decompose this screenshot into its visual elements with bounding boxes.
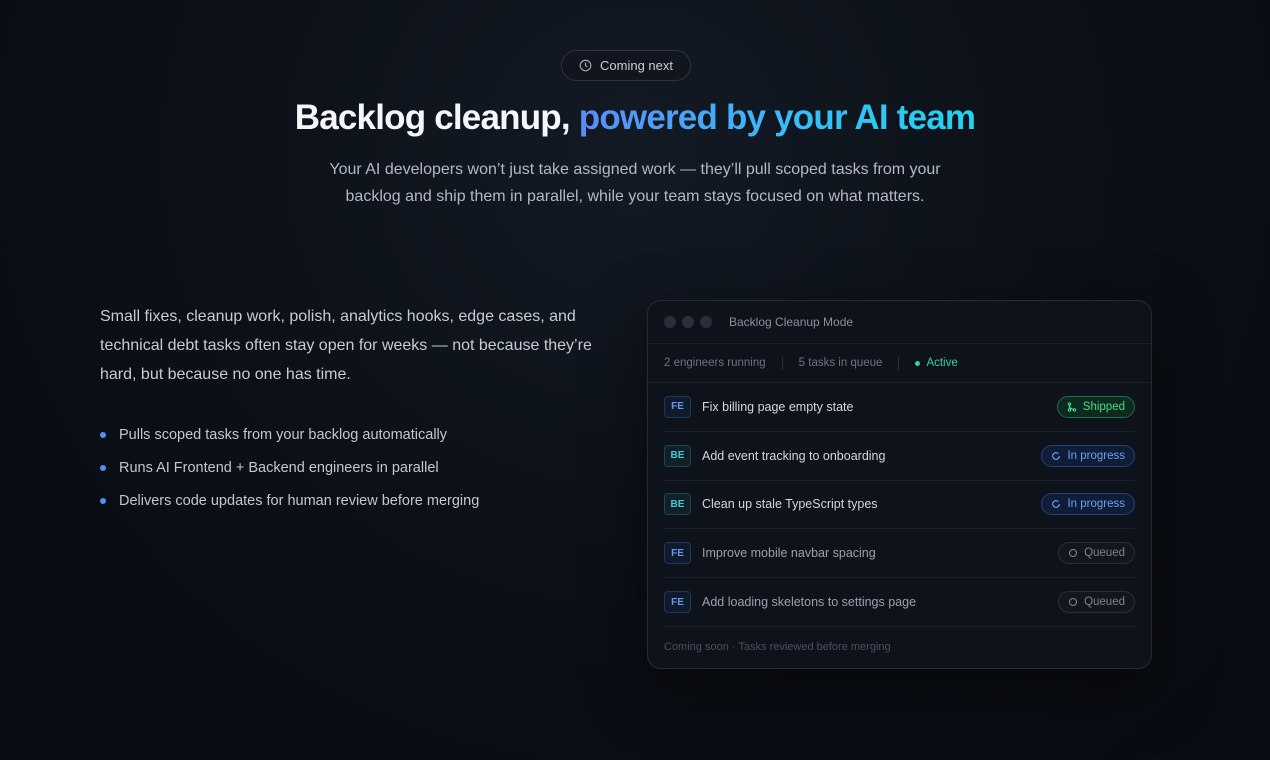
status-badge: Shipped [1056,395,1135,418]
panel-title: Backlog Cleanup Mode [729,315,854,329]
spinner-icon [1052,451,1061,460]
task-title: Add event tracking to onboarding [702,448,886,463]
task-tag: BE [664,493,691,516]
page-headline: Backlog cleanup, powered by your AI team [0,98,1270,138]
engineers-running: 2 engineers running [664,357,766,369]
status-badge: In progress [1041,444,1135,467]
task-row[interactable]: FE Add loading skeletons to settings pag… [664,578,1135,627]
bullet-dot [100,464,106,471]
status-label: In progress [1067,498,1125,511]
divider [781,356,783,370]
badge-label: Coming next [600,58,673,73]
task-title: Clean up stale TypeScript types [702,497,878,512]
task-list: FE Fix billing page empty state Shipped … [648,383,1151,627]
feature-text: Pulls scoped tasks from your backlog aut… [119,426,448,443]
bullet-dot [100,497,106,504]
feature-item: Delivers code updates for human review b… [100,484,479,517]
bullet-dot [100,431,106,438]
coming-next-badge: Coming next [561,50,691,81]
task-tag: FE [664,591,691,614]
merge-icon [1067,402,1076,412]
status-badge: Queued [1058,542,1135,565]
backlog-panel: Backlog Cleanup Mode 2 engineers running… [647,300,1152,669]
task-title: Improve mobile navbar spacing [702,546,876,561]
panel-stats: 2 engineers running 5 tasks in queue Act… [648,344,1151,383]
page-subtitle: Your AI developers won’t just take assig… [329,161,941,205]
task-tag: FE [664,542,691,565]
feature-text: Delivers code updates for human review b… [119,492,480,509]
task-row[interactable]: FE Fix billing page empty state Shipped [664,383,1135,432]
window-dot-icon [700,316,712,328]
active-label: Active [926,357,958,369]
divider [898,356,900,370]
status-label: In progress [1067,449,1125,462]
headline-part1: Backlog cleanup, [294,98,571,137]
window-dot-icon [664,316,676,328]
status-label: Queued [1084,596,1125,609]
task-row[interactable]: FE Improve mobile navbar spacing Queued [664,529,1135,579]
active-status: Active [915,357,958,369]
task-title: Add loading skeletons to settings page [702,595,917,610]
task-tag: FE [664,395,691,418]
circle-icon [1069,598,1078,607]
feature-text: Runs AI Frontend + Backend engineers in … [119,459,439,476]
window-controls [664,316,712,328]
clock-icon [579,59,592,72]
task-title: Fix billing page empty state [702,399,854,414]
lead-paragraph: Small fixes, cleanup work, polish, analy… [100,308,592,383]
task-row[interactable]: BE Clean up stale TypeScript types In pr… [664,481,1135,530]
status-label: Queued [1084,547,1125,560]
panel-header: Backlog Cleanup Mode [648,301,1151,344]
feature-list: Pulls scoped tasks from your backlog aut… [100,418,479,517]
status-dot-icon [915,360,921,366]
status-badge: In progress [1041,493,1135,516]
tasks-in-queue: 5 tasks in queue [798,357,883,369]
panel-footer: Coming soon · Tasks reviewed before merg… [664,640,891,653]
task-row[interactable]: BE Add event tracking to onboarding In p… [664,432,1135,481]
spinner-icon [1052,500,1061,509]
headline-part2: powered by your AI team [578,98,976,137]
status-badge: Queued [1058,591,1135,614]
window-dot-icon [682,316,694,328]
feature-item: Pulls scoped tasks from your backlog aut… [100,418,479,451]
circle-icon [1069,549,1078,558]
status-label: Shipped [1082,400,1125,413]
feature-item: Runs AI Frontend + Backend engineers in … [100,451,479,484]
task-tag: BE [664,444,691,467]
